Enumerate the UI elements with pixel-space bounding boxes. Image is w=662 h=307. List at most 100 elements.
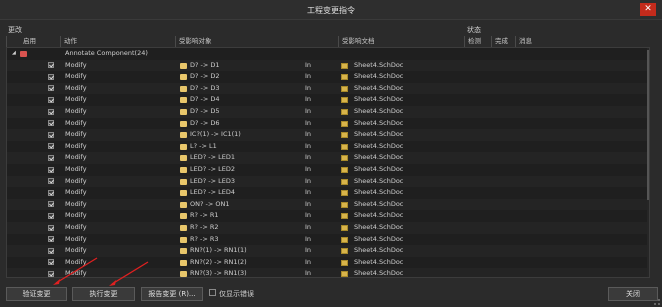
affected-object-cell: RN?(1) -> RN1(1): [190, 246, 247, 255]
collapse-triangle-icon[interactable]: ◢: [12, 48, 16, 60]
document-icon: [341, 109, 348, 115]
action-cell: Modify: [65, 246, 87, 255]
enable-checkbox[interactable]: [48, 73, 54, 80]
action-cell: Modify: [65, 83, 87, 92]
changes-grid[interactable]: ◢ Annotate Component(24) Modify D? -> D1 I…: [6, 47, 650, 278]
enable-checkbox[interactable]: [48, 166, 54, 173]
affected-document-cell: Sheet4.SchDoc: [354, 95, 404, 104]
enable-checkbox[interactable]: [48, 154, 54, 161]
component-icon: [180, 201, 187, 208]
affected-object-cell: LED? -> LED2: [190, 165, 235, 173]
resize-grip[interactable]: [654, 299, 660, 305]
table-row[interactable]: Modify IC?(1) -> IC1(1) In Sheet4.SchDoc: [7, 129, 649, 141]
affected-document-cell: Sheet4.SchDoc: [354, 199, 404, 208]
in-cell: In: [305, 107, 312, 115]
affected-document-cell: Sheet4.SchDoc: [354, 118, 404, 127]
affected-document-cell: Sheet4.SchDoc: [354, 165, 404, 173]
affected-object-cell: R? -> R3: [190, 234, 219, 243]
enable-checkbox[interactable]: [48, 224, 54, 231]
scrollbar-thumb[interactable]: [647, 50, 649, 200]
group-row[interactable]: ◢ Annotate Component(24): [7, 48, 649, 60]
affected-object-cell: RN?(2) -> RN1(2): [190, 257, 247, 266]
table-row[interactable]: Modify R? -> R2 In Sheet4.SchDoc: [7, 222, 649, 234]
component-icon: [180, 143, 187, 150]
table-row[interactable]: Modify R? -> R3 In Sheet4.SchDoc: [7, 234, 649, 246]
table-row[interactable]: Modify D? -> D5 In Sheet4.SchDoc: [7, 106, 649, 118]
table-row[interactable]: Modify RN?(3) -> RN1(3) In Sheet4.SchDoc: [7, 268, 649, 278]
column-header-enable[interactable]: 启用: [6, 36, 60, 47]
action-cell: Modify: [65, 176, 87, 185]
table-row[interactable]: Modify D? -> D2 In Sheet4.SchDoc: [7, 71, 649, 83]
table-row[interactable]: Modify LED? -> LED1 In Sheet4.SchDoc: [7, 152, 649, 164]
report-changes-button[interactable]: 报告变更 (R)...: [141, 287, 203, 301]
affected-document-cell: Sheet4.SchDoc: [354, 234, 404, 243]
enable-checkbox[interactable]: [48, 85, 54, 92]
affected-document-cell: Sheet4.SchDoc: [354, 107, 404, 115]
enable-checkbox[interactable]: [48, 96, 54, 103]
enable-checkbox[interactable]: [48, 62, 54, 69]
table-row[interactable]: Modify D? -> D1 In Sheet4.SchDoc: [7, 59, 649, 72]
affected-document-cell: Sheet4.SchDoc: [354, 246, 404, 255]
table-row[interactable]: Modify LED? -> LED2 In Sheet4.SchDoc: [7, 164, 649, 176]
close-button[interactable]: 关闭: [608, 287, 658, 301]
action-cell: Modify: [65, 199, 87, 208]
enable-checkbox[interactable]: [48, 201, 54, 208]
document-icon: [341, 248, 348, 255]
title-bar: 工程变更指令 ✕: [0, 0, 662, 20]
in-cell: In: [305, 234, 312, 243]
action-cell: Modify: [65, 130, 87, 139]
in-cell: In: [305, 141, 312, 150]
table-row[interactable]: Modify RN?(1) -> RN1(1) In Sheet4.SchDoc: [7, 245, 649, 257]
table-row[interactable]: Modify RN?(2) -> RN1(2) In Sheet4.SchDoc: [7, 257, 649, 269]
table-row[interactable]: Modify D? -> D4 In Sheet4.SchDoc: [7, 94, 649, 106]
affected-document-cell: Sheet4.SchDoc: [354, 176, 404, 185]
only-show-errors-checkbox[interactable]: [209, 289, 216, 296]
annotation-arrowhead-execute: [109, 280, 116, 286]
table-row[interactable]: Modify LED? -> LED3 In Sheet4.SchDoc: [7, 175, 649, 188]
enable-checkbox[interactable]: [48, 259, 54, 266]
component-icon: [180, 259, 187, 266]
enable-checkbox[interactable]: [48, 131, 54, 138]
execute-changes-button[interactable]: 执行变更: [72, 287, 135, 301]
enable-checkbox[interactable]: [48, 247, 54, 254]
document-icon: [341, 167, 348, 173]
table-row[interactable]: Modify ON? -> ON1 In Sheet4.SchDoc: [7, 198, 649, 211]
in-cell: In: [305, 72, 312, 81]
component-icon: [180, 132, 187, 139]
table-row[interactable]: Modify L? -> L1 In Sheet4.SchDoc: [7, 141, 649, 153]
document-icon: [341, 259, 348, 266]
affected-object-cell: R? -> R2: [190, 223, 219, 231]
column-header-done[interactable]: 完成: [491, 36, 515, 47]
enable-checkbox[interactable]: [48, 108, 54, 115]
enable-checkbox[interactable]: [48, 143, 54, 150]
document-icon: [341, 85, 348, 92]
table-row[interactable]: Modify R? -> R1 In Sheet4.SchDoc: [7, 210, 649, 222]
table-row[interactable]: Modify LED? -> LED4 In Sheet4.SchDoc: [7, 187, 649, 199]
affected-object-cell: L? -> L1: [190, 141, 217, 150]
action-cell: Modify: [65, 211, 87, 220]
affected-object-cell: D? -> D6: [190, 118, 220, 127]
table-row[interactable]: Modify D? -> D3 In Sheet4.SchDoc: [7, 82, 649, 95]
action-cell: Modify: [65, 165, 87, 173]
enable-checkbox[interactable]: [48, 212, 54, 219]
enable-checkbox[interactable]: [48, 178, 54, 185]
affected-object-cell: RN?(3) -> RN1(3): [190, 269, 247, 278]
vertical-scrollbar[interactable]: [647, 48, 649, 277]
table-row[interactable]: Modify D? -> D6 In Sheet4.SchDoc: [7, 118, 649, 130]
enable-checkbox[interactable]: [48, 270, 54, 277]
close-icon[interactable]: ✕: [640, 3, 656, 16]
enable-checkbox[interactable]: [48, 236, 54, 243]
component-icon: [180, 248, 187, 255]
column-header-message[interactable]: 消息: [515, 36, 650, 47]
column-header-affected-document[interactable]: 受影响文档: [338, 36, 464, 47]
column-header-action[interactable]: 动作: [60, 36, 175, 47]
affected-object-cell: D? -> D5: [190, 107, 220, 115]
enable-checkbox[interactable]: [48, 120, 54, 127]
enable-checkbox[interactable]: [48, 189, 54, 196]
document-icon: [341, 155, 348, 162]
validate-changes-button[interactable]: 验证变更: [6, 287, 67, 301]
column-header-check[interactable]: 检测: [464, 36, 491, 47]
action-cell: Modify: [65, 72, 87, 81]
document-icon: [341, 271, 348, 277]
column-header-affected-object[interactable]: 受影响对象: [175, 36, 338, 47]
